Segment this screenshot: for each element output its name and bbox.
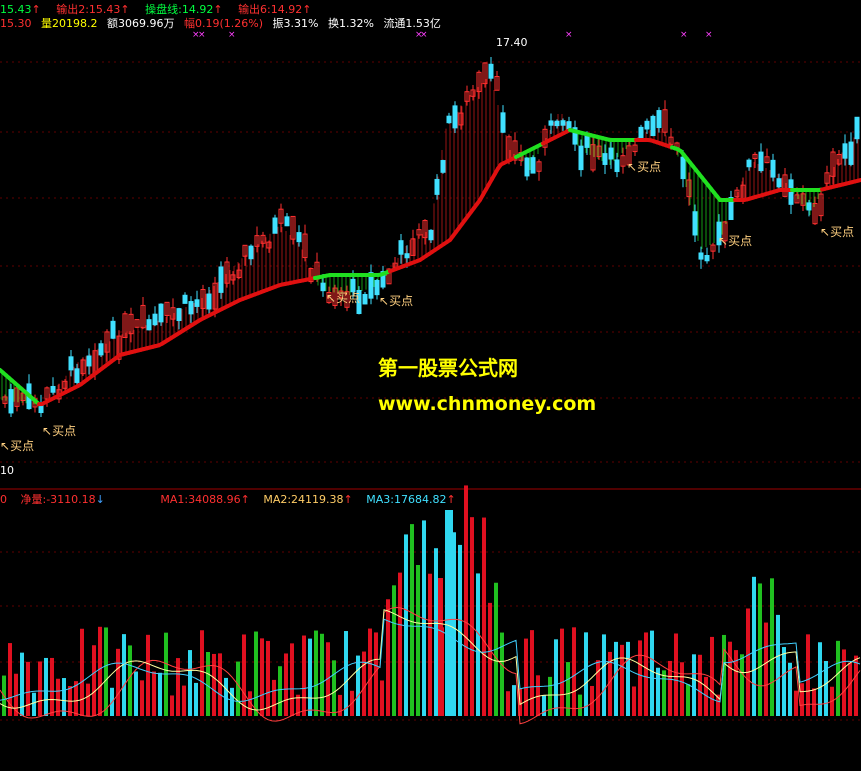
ma1-value: MA1:34088.96 bbox=[160, 493, 241, 506]
buy-point-label-7: ↖买点 bbox=[820, 225, 855, 239]
svg-text:×: × bbox=[228, 30, 236, 40]
svg-text:×: × bbox=[198, 30, 206, 40]
stock-chart-canvas[interactable]: ×× × ×× × × × bbox=[0, 0, 861, 771]
buy-point-label-1: ↖买点 bbox=[0, 439, 35, 453]
buy-point-label-2: ↖买点 bbox=[42, 424, 77, 438]
buy-point-label-5: ↖买点 bbox=[627, 160, 662, 174]
open-price: 15.30 bbox=[0, 17, 32, 30]
info-row-2: 15.30 量20198.2 额3069.96万 幅0.19(1.26%) 振3… bbox=[0, 15, 447, 31]
svg-text:×: × bbox=[565, 30, 573, 40]
volume-value: 量20198.2 bbox=[41, 17, 98, 30]
watermark-title: 第一股票公式网 bbox=[378, 356, 518, 380]
amount-value: 额3069.96万 bbox=[107, 17, 175, 30]
svg-text:×: × bbox=[680, 30, 688, 40]
watermark-url: www.chnmoney.com bbox=[378, 393, 597, 415]
top-markers: ×× × ×× × × × bbox=[192, 30, 713, 40]
buy-point-label-6: ↖买点 bbox=[718, 234, 753, 248]
amplitude-value: 振3.31% bbox=[272, 17, 319, 30]
svg-text:×: × bbox=[705, 30, 713, 40]
ma3-value: MA3:17684.82 bbox=[366, 493, 447, 506]
ma2-value: MA2:24119.38 bbox=[263, 493, 344, 506]
turnover-value: 换1.32% bbox=[327, 17, 374, 30]
change-value: 幅0.19(1.26%) bbox=[184, 17, 264, 30]
buy-point-label-3: ↖买点 bbox=[326, 291, 361, 305]
float-value: 流通1.53亿 bbox=[383, 17, 441, 30]
net-volume-value: 净量:-3110.18 bbox=[20, 493, 96, 506]
indicator-row: 0 净量:-3110.18↓ MA1:34088.96↑ MA2:24119.3… bbox=[0, 493, 456, 506]
left-scale-label: 10 bbox=[0, 464, 14, 477]
peak-price-label: 17.40 bbox=[496, 36, 528, 49]
svg-text:×: × bbox=[420, 30, 428, 40]
volume-bars bbox=[2, 485, 858, 716]
buy-point-label-4: ↖买点 bbox=[379, 294, 414, 308]
